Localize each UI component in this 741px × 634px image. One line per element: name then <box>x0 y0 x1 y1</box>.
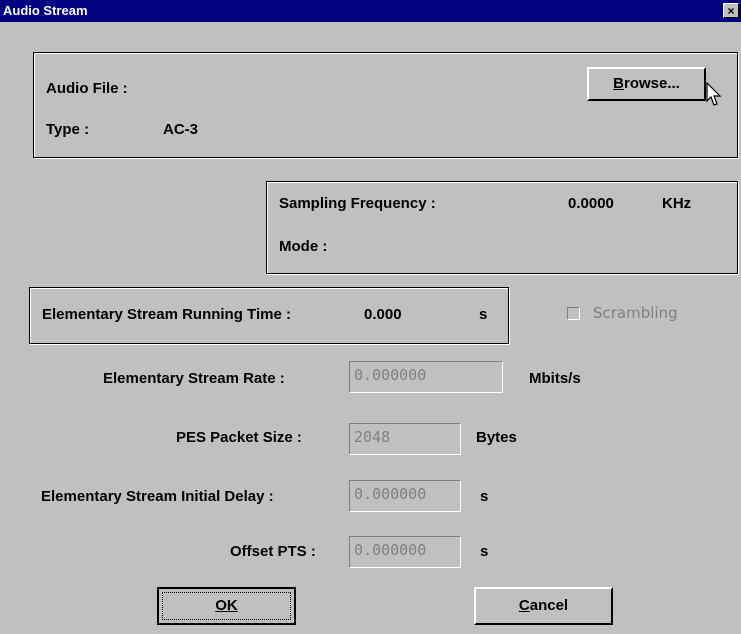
type-value: AC-3 <box>163 121 199 138</box>
pes-packet-size-unit: Bytes <box>476 429 517 446</box>
offset-pts-unit: s <box>480 543 489 560</box>
sampling-frequency-label: Sampling Frequency : <box>279 195 436 212</box>
browse-button[interactable]: Browse... <box>587 67 706 101</box>
offset-pts-input[interactable]: 0.000000 <box>349 536 461 568</box>
initial-delay-unit: s <box>480 488 489 505</box>
cancel-label: Cancel <box>518 597 569 614</box>
es-rate-label: Elementary Stream Rate : <box>103 370 285 387</box>
es-rate-unit: Mbits/s <box>529 370 581 387</box>
mouse-cursor-icon <box>706 82 722 106</box>
running-time-label: Elementary Stream Running Time : <box>42 306 291 323</box>
audio-stream-dialog: Audio Stream × Audio File : Type : AC-3 … <box>0 0 741 634</box>
pes-packet-size-input[interactable]: 2048 <box>349 423 461 455</box>
focus-rect <box>162 592 291 620</box>
running-time-value: 0.000 <box>364 306 402 323</box>
sampling-frequency-unit: KHz <box>662 195 692 212</box>
es-rate-input[interactable]: 0.000000 <box>349 361 503 393</box>
running-time-unit: s <box>479 306 488 323</box>
scrambling-checkbox[interactable] <box>567 307 580 320</box>
offset-pts-label: Offset PTS : <box>230 543 316 560</box>
cancel-button[interactable]: Cancel <box>474 587 613 625</box>
scrambling-label: Scrambling <box>593 304 678 322</box>
browse-label: Browse... <box>613 75 680 92</box>
ok-button[interactable]: OK <box>157 587 296 625</box>
initial-delay-label: Elementary Stream Initial Delay : <box>41 488 274 505</box>
audio-file-label: Audio File : <box>46 80 128 97</box>
close-icon[interactable]: × <box>723 3 739 18</box>
type-label: Type : <box>46 121 90 138</box>
mode-label: Mode : <box>279 238 328 255</box>
title-bar: Audio Stream × <box>0 0 741 22</box>
initial-delay-input[interactable]: 0.000000 <box>349 480 461 512</box>
sampling-frequency-value: 0.0000 <box>568 195 614 212</box>
window-title: Audio Stream <box>3 3 88 18</box>
pes-packet-size-label: PES Packet Size : <box>176 429 302 446</box>
